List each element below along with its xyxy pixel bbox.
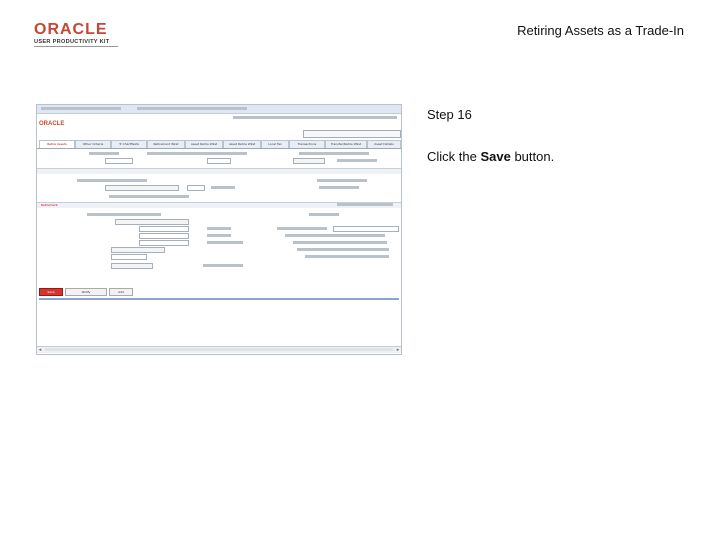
currency-select[interactable]: [111, 247, 165, 253]
field-value: [309, 213, 339, 216]
book-row-bar: [37, 168, 401, 174]
field-value: [87, 213, 161, 216]
logo-divider: [34, 46, 118, 47]
field-value: [317, 179, 367, 182]
field-value: [211, 186, 235, 189]
app-search-box[interactable]: [303, 130, 401, 138]
retirement-section-label: Retirement: [41, 203, 58, 207]
scroll-right-icon[interactable]: ▸: [395, 347, 401, 353]
tab-chartfields[interactable]: Tr Chartfields: [111, 140, 147, 148]
field-value: [305, 255, 389, 258]
field-value: [207, 234, 231, 237]
trigger-checkbox-label[interactable]: [109, 195, 189, 198]
grid-navigation[interactable]: [337, 203, 393, 206]
horizontal-scrollbar[interactable]: ◂ ▸: [37, 346, 401, 353]
tab-transactions[interactable]: Transactions: [289, 140, 325, 148]
scroll-left-icon[interactable]: ◂: [37, 347, 43, 353]
save-button[interactable]: Save: [39, 288, 63, 296]
field-value: [77, 179, 147, 182]
field-value: [203, 264, 243, 267]
step-instruction: Click the Save button.: [427, 149, 554, 164]
logo-subtitle: USER PRODUCTIVITY KIT: [34, 39, 110, 45]
retirement-convention-select[interactable]: [105, 185, 179, 191]
field-value: [319, 186, 359, 189]
tab-asset-retire-wkst[interactable]: Asset Retire Wkst: [185, 140, 223, 148]
retirement-amount-input[interactable]: [333, 226, 399, 232]
field-value: [337, 159, 377, 162]
notify-button[interactable]: Notify: [65, 288, 107, 296]
field-label: [89, 152, 119, 155]
component-tabs: Retire Assets Other Criteria Tr Chartfie…: [37, 139, 401, 149]
step-number: Step 16: [427, 107, 472, 122]
tab-transfer-retire[interactable]: Transfer/Retire Wkst: [325, 140, 367, 148]
tab-other-criteria[interactable]: Other Criteria: [75, 140, 111, 148]
field-value: [293, 241, 387, 244]
retirement-percent-input[interactable]: [139, 233, 189, 239]
convention-input[interactable]: [187, 185, 205, 191]
field-value: [285, 234, 385, 237]
logo-wordmark: ORACLE: [34, 21, 108, 38]
instruction-text-before: Click the: [427, 149, 481, 164]
instruction-bold-action: Save: [480, 149, 511, 164]
proceeds-input[interactable]: [139, 240, 189, 246]
field-label: [277, 227, 327, 230]
field-value: [297, 248, 389, 251]
tab-retirement-wkst[interactable]: Retirement Wkst: [147, 140, 185, 148]
menu-bar-text: [41, 107, 121, 110]
add-button[interactable]: Add: [109, 288, 133, 296]
instruction-text-after: button.: [510, 149, 555, 164]
trans-date-input[interactable]: [105, 158, 133, 164]
menu-bar-text: [137, 107, 247, 110]
oracle-upk-logo: ORACLE USER PRODUCTIVITY KIT: [34, 21, 124, 46]
disposal-code-select[interactable]: [115, 219, 189, 225]
accounting-date-input[interactable]: [207, 158, 231, 164]
page-links[interactable]: [39, 298, 399, 300]
scroll-thumb[interactable]: [45, 348, 393, 351]
field-value: [299, 152, 369, 155]
tab-retire-assets[interactable]: Retire Assets: [39, 140, 75, 148]
app-oracle-logo: ORACLE: [39, 121, 65, 127]
application-screenshot: ORACLE Retire Assets Other Criteria Tr C…: [36, 104, 402, 355]
quantity-input[interactable]: [139, 226, 189, 232]
field-value: [147, 152, 247, 155]
tab-asset-details[interactable]: Asset Details: [367, 140, 401, 148]
page-title: Retiring Assets as a Trade-In: [517, 23, 684, 38]
tab-local-tax[interactable]: Local Tax: [261, 140, 289, 148]
global-nav-links[interactable]: [233, 116, 397, 119]
retire-type-select[interactable]: [293, 158, 325, 164]
reason-select[interactable]: [111, 263, 153, 269]
field-value: [207, 227, 231, 230]
cost-input[interactable]: [111, 254, 147, 260]
field-value: [207, 241, 243, 244]
tab-asset-retire-wkst-2[interactable]: Asset Retire Wkst: [223, 140, 261, 148]
